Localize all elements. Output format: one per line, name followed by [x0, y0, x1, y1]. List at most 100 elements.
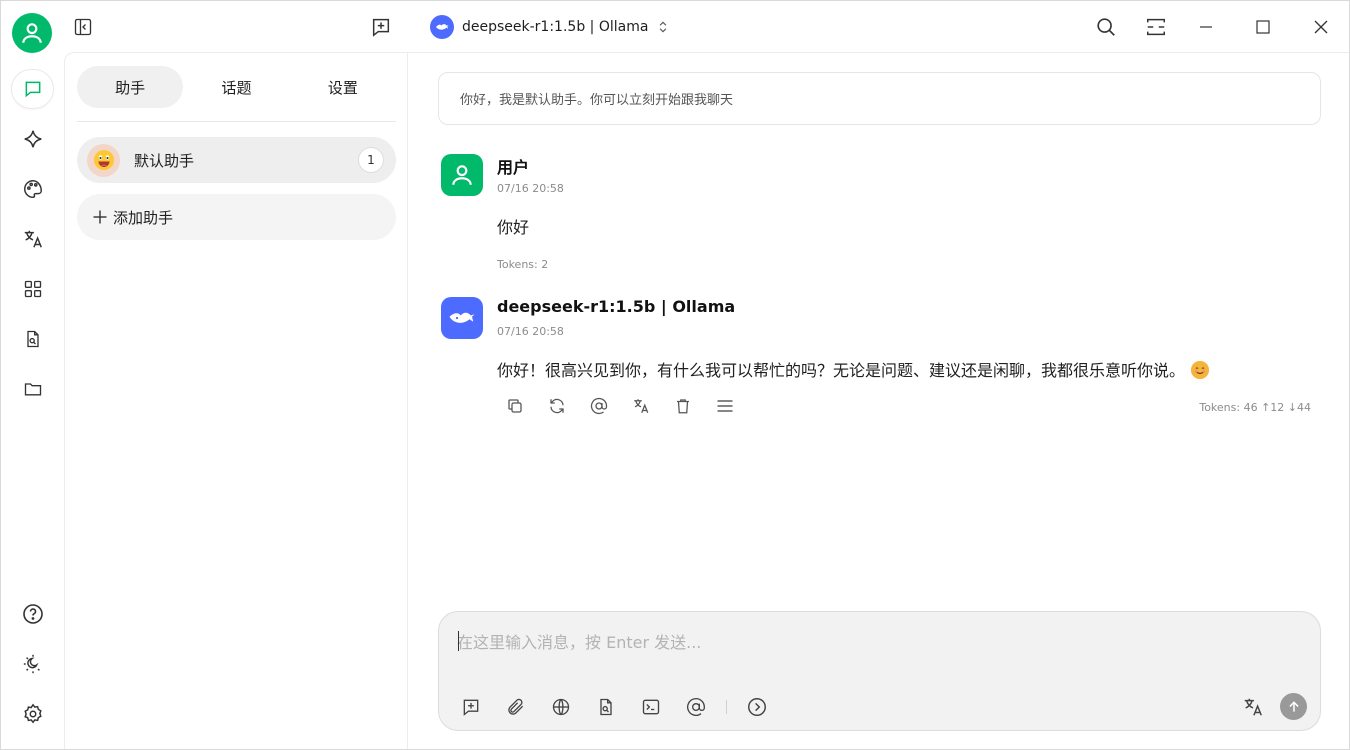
palette-icon	[23, 180, 42, 198]
mention-icon	[687, 698, 705, 716]
copy-icon	[508, 399, 522, 413]
user-message-time: 07/16 20:58	[497, 182, 564, 195]
quick-phrases-button[interactable]	[636, 692, 666, 722]
add-assistant-label: 添加助手	[113, 208, 174, 227]
copy-button[interactable]	[504, 395, 526, 417]
help-button[interactable]	[11, 594, 54, 634]
settings-button[interactable]	[11, 694, 54, 734]
model-selector[interactable]: deepseek-r1:1.5b | Ollama	[430, 14, 670, 40]
nav-knowledge[interactable]	[11, 319, 54, 359]
topic-count-badge: 1	[358, 147, 384, 173]
user-avatar[interactable]	[12, 13, 52, 53]
assistant-emoji-avatar	[87, 143, 120, 177]
deepseek-logo-icon	[430, 15, 454, 39]
expand-toolbar-button[interactable]	[742, 692, 772, 722]
nav-rail	[1, 52, 64, 749]
tab-settings[interactable]: 设置	[290, 66, 396, 108]
settings-icon	[23, 703, 42, 724]
maximize-button[interactable]	[1247, 11, 1279, 43]
title-bar: deepseek-r1:1.5b | Ollama	[1, 1, 1349, 53]
user-icon	[22, 23, 42, 43]
translate-icon	[24, 230, 42, 248]
maximize-icon	[1256, 20, 1270, 34]
translate-message-button[interactable]	[630, 395, 652, 417]
chevron-right-circle-icon	[748, 698, 766, 716]
assistant-message-tokens: Tokens: 46 ↑12 ↓44	[1199, 401, 1311, 414]
smiling-face-emoji-icon	[1191, 361, 1210, 379]
assistant-item-default[interactable]: 默认助手 1	[77, 137, 396, 183]
folder-icon	[24, 383, 41, 396]
mention-models-button[interactable]	[681, 692, 711, 722]
delete-message-button[interactable]	[672, 395, 694, 417]
model-name: deepseek-r1:1.5b | Ollama	[462, 19, 649, 35]
file-search-icon	[600, 698, 612, 716]
regenerate-icon	[550, 398, 564, 414]
user-message-avatar	[441, 154, 483, 196]
apps-grid-icon	[24, 280, 41, 298]
toggle-sidebar-button[interactable]	[67, 11, 99, 43]
message-input-box	[438, 611, 1321, 731]
close-button[interactable]	[1305, 11, 1337, 43]
translate-icon	[634, 399, 649, 413]
minimize-icon	[1200, 26, 1212, 28]
sparkle-icon	[24, 130, 41, 148]
chat-icon	[25, 81, 40, 98]
nav-apps[interactable]	[11, 269, 54, 309]
text-caret	[458, 631, 459, 651]
delete-icon	[677, 399, 689, 414]
nav-chat[interactable]	[11, 69, 54, 109]
chevron-updown-icon	[660, 21, 667, 33]
panel-divider	[77, 121, 396, 122]
nav-translate[interactable]	[11, 219, 54, 259]
nav-agents[interactable]	[11, 119, 54, 159]
toolbar-divider	[726, 700, 727, 714]
assistant-panel: 助手 话题 设置 默认助手 1 添加助手	[64, 52, 408, 749]
assistant-prompt-text: 你好，我是默认助手。你可以立刻开始跟我聊天	[460, 93, 734, 108]
theme-toggle-button[interactable]	[11, 644, 54, 684]
regenerate-button[interactable]	[546, 395, 568, 417]
globe-icon	[552, 698, 570, 716]
search-button[interactable]	[1090, 11, 1122, 43]
translate-input-button[interactable]	[1238, 692, 1268, 722]
new-topic-button[interactable]	[365, 11, 397, 43]
menu-icon	[717, 400, 733, 412]
assistant-message-name: deepseek-r1:1.5b | Ollama	[497, 297, 736, 316]
plus-icon	[93, 210, 107, 224]
translate-icon	[1244, 698, 1262, 716]
nav-files[interactable]	[11, 369, 54, 409]
web-search-button[interactable]	[546, 692, 576, 722]
send-button[interactable]	[1280, 693, 1307, 720]
help-icon	[22, 604, 43, 624]
new-topic-tool-button[interactable]	[456, 692, 486, 722]
assistant-message-time: 07/16 20:58	[497, 325, 564, 338]
minimize-button[interactable]	[1190, 11, 1222, 43]
knowledge-base-button[interactable]	[591, 692, 621, 722]
message-input[interactable]	[457, 628, 1277, 656]
terminal-icon	[642, 699, 660, 715]
new-chat-icon	[372, 18, 390, 37]
input-toolbar	[456, 692, 772, 722]
mention-icon	[590, 397, 608, 415]
assistant-message-text: 你好！很高兴见到你，有什么我可以帮忙的吗？无论是问题、建议还是闲聊，我都很乐意听…	[497, 361, 1186, 380]
narrow-mode-button[interactable]	[1140, 11, 1172, 43]
nav-paintings[interactable]	[11, 169, 54, 209]
paperclip-icon	[508, 698, 524, 715]
more-menu-button[interactable]	[714, 395, 736, 417]
panel-tabs: 助手 话题 设置	[77, 66, 396, 108]
close-icon	[1314, 20, 1328, 34]
assistant-message-avatar	[441, 297, 483, 339]
user-message-tokens: Tokens: 2	[497, 258, 549, 271]
expand-icon	[1147, 18, 1165, 36]
attach-file-button[interactable]	[501, 692, 531, 722]
tab-topics[interactable]: 话题	[183, 66, 289, 108]
mention-model-button[interactable]	[588, 395, 610, 417]
add-assistant-button[interactable]: 添加助手	[77, 194, 396, 240]
tab-assistants[interactable]: 助手	[77, 66, 184, 108]
assistant-message-text-row: 你好！很高兴见到你，有什么我可以帮忙的吗？无论是问题、建议还是闲聊，我都很乐意听…	[497, 357, 1210, 381]
search-icon	[1097, 18, 1115, 36]
assistant-prompt-card[interactable]: 你好，我是默认助手。你可以立刻开始跟我聊天	[438, 72, 1321, 125]
app-window: deepseek-r1:1.5b | Ollama 助手 话题 设置 默认助手 …	[0, 0, 1350, 750]
file-search-icon	[26, 330, 39, 348]
new-chat-icon	[463, 699, 479, 716]
deepseek-whale-icon	[449, 312, 475, 323]
